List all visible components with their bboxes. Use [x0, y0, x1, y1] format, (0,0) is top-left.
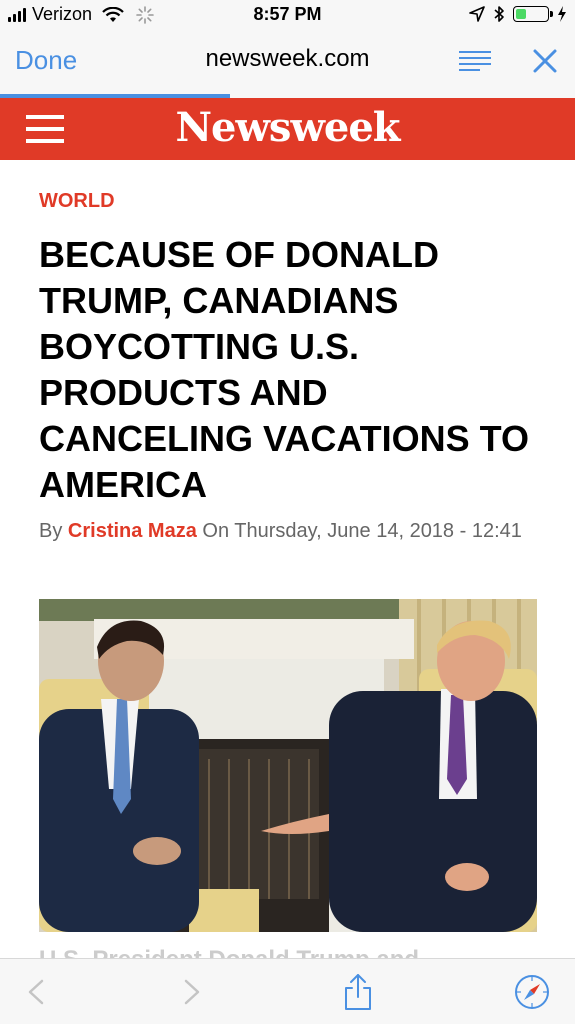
- browser-bar: Done newsweek.com: [0, 32, 575, 98]
- location-arrow-icon: [469, 6, 485, 22]
- article-headline: BECAUSE OF DONALD TRUMP, CANADIANS BOYCO…: [39, 234, 530, 505]
- hero-image[interactable]: [39, 599, 537, 932]
- site-logo[interactable]: Newsweek: [0, 104, 575, 151]
- compass-icon[interactable]: [513, 973, 551, 1011]
- hero-photo: [39, 599, 537, 932]
- battery-level: [516, 9, 527, 19]
- author-link[interactable]: Cristina Maza: [68, 520, 197, 542]
- reader-view-icon[interactable]: [458, 50, 492, 74]
- status-bar: Verizon 8:57 PM: [0, 0, 575, 32]
- site-header: Newsweek: [0, 98, 575, 160]
- section-label[interactable]: WORLD: [39, 190, 115, 213]
- share-icon[interactable]: [339, 973, 377, 1011]
- status-right: [469, 5, 567, 23]
- screen: Verizon 8:57 PM Done newsweek.com Newswe…: [0, 0, 575, 1024]
- byline-by: By: [39, 520, 63, 542]
- byline-date: On Thursday, June 14, 2018 - 12:41: [202, 520, 522, 542]
- close-icon[interactable]: [530, 46, 560, 76]
- byline: By Cristina Maza On Thursday, June 14, 2…: [39, 516, 539, 546]
- forward-icon[interactable]: [172, 973, 210, 1011]
- bluetooth-icon: [494, 6, 504, 22]
- back-icon[interactable]: [18, 973, 56, 1011]
- charging-bolt-icon: [558, 6, 566, 22]
- battery-icon: [513, 6, 553, 22]
- bottom-toolbar: [0, 958, 575, 1024]
